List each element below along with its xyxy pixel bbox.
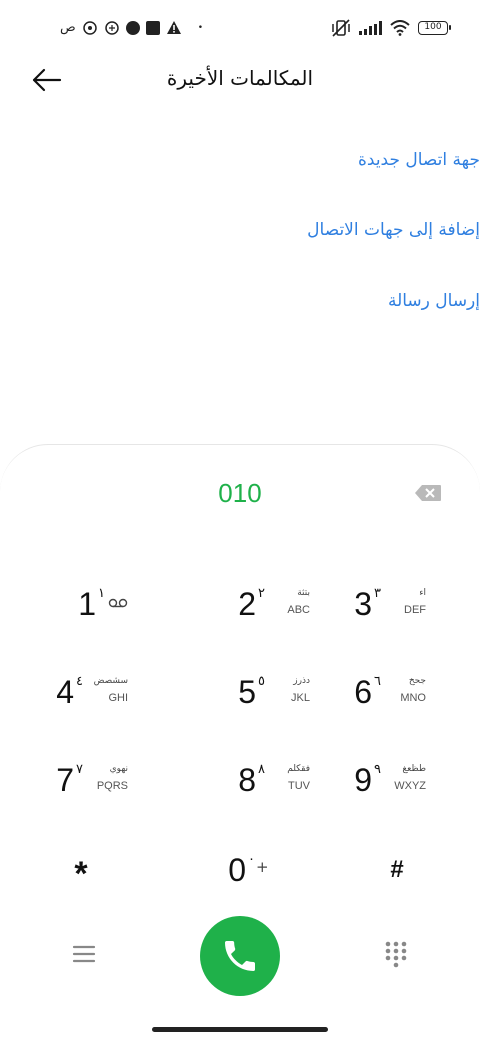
key-9[interactable]: 9 ٩ طظعغ WXYZ bbox=[326, 750, 436, 810]
key-arabic-digit: ٨ bbox=[258, 762, 265, 777]
key-plus: + bbox=[256, 858, 269, 876]
backspace-icon[interactable] bbox=[414, 484, 442, 502]
key-6[interactable]: 6 ٦ جحخ MNO bbox=[326, 662, 436, 722]
key-arabic-letters: طظعغ bbox=[402, 764, 426, 774]
send-message-link[interactable]: إرسال رسالة bbox=[388, 291, 480, 311]
key-digit: 1 bbox=[78, 586, 96, 622]
key-arabic-letters: نهوي bbox=[109, 764, 128, 774]
notification-icon bbox=[82, 21, 97, 35]
key-arabic-digit: ٩ bbox=[374, 762, 381, 777]
key-digit: 0 bbox=[228, 852, 246, 888]
key-arabic-letters: جحخ bbox=[408, 676, 426, 686]
dialer-bottom-bar bbox=[0, 912, 480, 1002]
key-4[interactable]: 4 ٤ سشصض GHI bbox=[28, 662, 138, 722]
key-digit: 2 bbox=[238, 586, 256, 622]
key-hash[interactable]: # bbox=[342, 840, 452, 900]
key-arabic-digit: ٠ bbox=[248, 852, 255, 867]
call-button[interactable] bbox=[200, 916, 280, 996]
key-letters: PQRS bbox=[96, 780, 128, 792]
status-bar-left: ص • bbox=[60, 18, 203, 38]
page-title: المكالمات الأخيرة bbox=[166, 66, 314, 90]
key-symbol: * bbox=[74, 855, 88, 893]
key-digit: 9 bbox=[354, 762, 372, 798]
key-7[interactable]: 7 ٧ نهوي PQRS bbox=[28, 750, 138, 810]
key-arabic-letters: بتثة bbox=[297, 588, 310, 598]
key-8[interactable]: 8 ٨ فقكلم TUV bbox=[210, 750, 320, 810]
key-digit: 7 bbox=[56, 762, 74, 798]
key-arabic-letters: سشصض bbox=[93, 676, 128, 686]
key-letters: GHI bbox=[108, 692, 128, 704]
signal-icon bbox=[359, 21, 382, 35]
new-contact-link[interactable]: جهة اتصال جديدة bbox=[358, 150, 480, 170]
key-digit: 8 bbox=[238, 762, 256, 798]
key-1[interactable]: 1 ١ bbox=[50, 574, 160, 634]
key-digit: 6 bbox=[354, 674, 372, 710]
status-dot: • bbox=[197, 23, 204, 33]
key-arabic-letters: فقكلم bbox=[287, 764, 310, 774]
key-arabic-digit: ٥ bbox=[258, 674, 265, 689]
key-digit: 5 bbox=[238, 674, 256, 710]
key-star[interactable]: * bbox=[26, 840, 136, 900]
warning-icon bbox=[166, 21, 181, 34]
voicemail-icon bbox=[108, 598, 128, 608]
app-notification-icon bbox=[145, 21, 160, 35]
add-to-contacts-link[interactable]: إضافة إلى جهات الاتصال bbox=[307, 220, 480, 240]
key-arabic-digit: ٣ bbox=[374, 586, 381, 601]
key-arabic-digit: ٢ bbox=[258, 586, 265, 601]
key-arabic-letters: دذرز bbox=[293, 676, 310, 686]
key-3[interactable]: 3 ٣ اء DEF bbox=[326, 574, 436, 634]
key-0[interactable]: 0 ٠ + bbox=[200, 840, 310, 900]
phone-icon bbox=[225, 941, 255, 971]
menu-icon[interactable] bbox=[72, 944, 96, 964]
home-indicator[interactable] bbox=[152, 1027, 328, 1032]
notification-icon bbox=[104, 21, 119, 35]
key-symbol: # bbox=[390, 856, 404, 883]
key-arabic-digit: ١ bbox=[98, 586, 105, 601]
key-letters: WXYZ bbox=[394, 780, 426, 792]
key-letters: MNO bbox=[400, 692, 426, 704]
back-arrow-icon[interactable] bbox=[30, 66, 64, 94]
key-arabic-digit: ٧ bbox=[76, 762, 83, 777]
key-letters: TUV bbox=[288, 780, 310, 792]
key-letters: JKL bbox=[291, 692, 310, 704]
status-bar-right: 100 bbox=[331, 18, 451, 38]
battery-icon: 100 bbox=[418, 21, 451, 35]
key-arabic-digit: ٤ bbox=[76, 674, 83, 689]
wifi-icon bbox=[390, 20, 410, 36]
status-bar: ص • 100 bbox=[0, 0, 480, 56]
key-arabic-digit: ٦ bbox=[374, 674, 381, 689]
dialpad-toggle-icon[interactable] bbox=[384, 940, 408, 968]
key-arabic-letters: اء bbox=[419, 588, 426, 598]
status-time-suffix: ص bbox=[60, 20, 76, 35]
key-letters: ABC bbox=[287, 604, 310, 616]
key-5[interactable]: 5 ٥ دذرز JKL bbox=[210, 662, 320, 722]
key-digit: 4 bbox=[56, 674, 74, 710]
key-letters: DEF bbox=[404, 604, 426, 616]
app-header: المكالمات الأخيرة bbox=[0, 58, 480, 102]
key-2[interactable]: 2 ٢ بتثة ABC bbox=[210, 574, 320, 634]
dialed-number[interactable]: 010 bbox=[140, 478, 340, 509]
app-notification-icon bbox=[125, 21, 140, 35]
key-digit: 3 bbox=[354, 586, 372, 622]
vibrate-off-icon bbox=[332, 19, 350, 37]
